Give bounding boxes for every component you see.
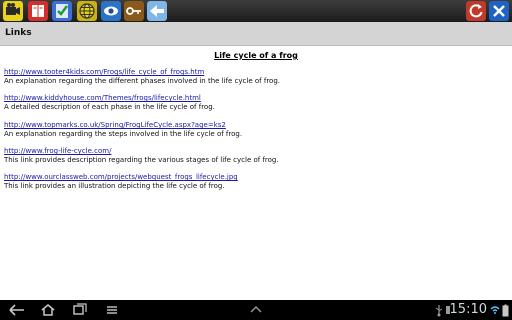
link-url[interactable]: http://www.tooter4kids.com/Frogs/life_cy… [4,68,504,77]
wifi-icon [490,303,500,317]
link-item: http://www.topmarks.co.uk/Spring/FrogLif… [4,121,504,139]
content-heading: Life cycle of a frog [214,51,298,60]
link-url[interactable]: http://www.topmarks.co.uk/Spring/FrogLif… [4,121,504,130]
usb-icon [434,303,444,317]
status-clock: 15:10 [449,302,487,317]
link-url[interactable]: http://www.ourclassweb.com/projects/webq… [4,173,504,182]
home-icon[interactable] [40,303,56,317]
eye-icon[interactable] [101,1,121,21]
link-item: http://www.frog-life-cycle.com/ This lin… [4,147,504,165]
battery-icon [502,303,510,317]
link-item: http://www.ourclassweb.com/projects/webq… [4,173,504,191]
link-description: An explanation regarding the different p… [4,77,280,85]
recent-apps-icon[interactable] [72,303,88,317]
title-bar: Links [0,22,512,46]
content-area: Life cycle of a frog http://www.tooter4k… [0,46,512,300]
globe-icon[interactable] [77,1,97,21]
video-camera-icon[interactable] [3,1,23,21]
menu-icon[interactable] [105,303,119,317]
back-arrow-icon[interactable] [147,1,167,21]
back-icon[interactable] [8,303,26,317]
link-url[interactable]: http://www.kiddyhouse.com/Themes/frogs/l… [4,94,504,103]
refresh-icon[interactable] [466,1,486,21]
page-title: Links [5,28,32,38]
link-description: A detailed description of each phase in … [4,103,215,111]
key-icon[interactable] [124,1,144,21]
link-item: http://www.kiddyhouse.com/Themes/frogs/l… [4,94,504,112]
link-description: This link provides description regarding… [4,156,279,164]
top-toolbar [0,0,512,22]
up-chevron-icon[interactable] [249,303,263,317]
link-description: An explanation regarding the steps invol… [4,130,243,138]
system-nav-bar: 15:10 [0,300,512,320]
link-url[interactable]: http://www.frog-life-cycle.com/ [4,147,504,156]
close-icon[interactable] [489,1,509,21]
link-description: This link provides an illustration depic… [4,182,225,190]
checklist-icon[interactable] [52,1,72,21]
link-item: http://www.tooter4kids.com/Frogs/life_cy… [4,68,504,86]
book-icon[interactable] [28,1,48,21]
